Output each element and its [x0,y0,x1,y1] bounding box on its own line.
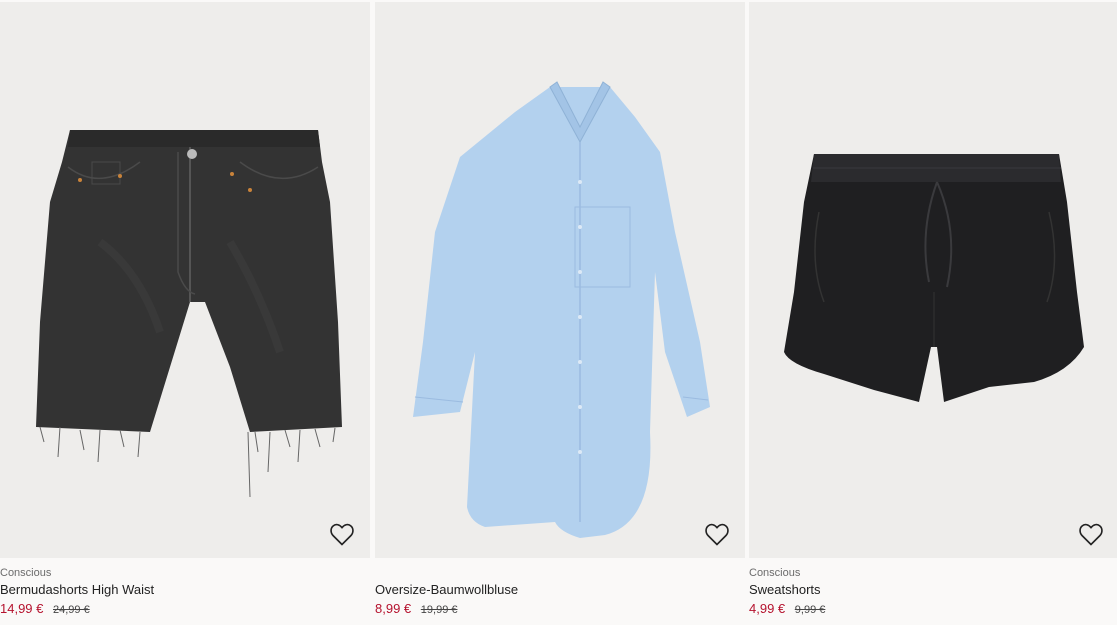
price-row: 4,99 € 9,99 € [749,600,1117,619]
sale-price: 8,99 € [375,601,412,616]
product-card[interactable]: Conscious Bermudashorts High Waist 14,99… [0,0,370,625]
product-card[interactable]: Oversize-Baumwollbluse 8,99 € 19,99 € [375,0,745,625]
product-image[interactable] [749,2,1117,558]
product-info: Oversize-Baumwollbluse 8,99 € 19,99 € [375,566,745,619]
product-info: Conscious Sweatshorts 4,99 € 9,99 € [749,566,1117,619]
product-tag: Conscious [0,567,52,579]
heart-outline-icon[interactable] [1077,520,1105,548]
heart-outline-icon[interactable] [703,520,731,548]
original-price: 9,99 € [794,604,826,616]
sale-price: 4,99 € [749,601,786,616]
original-price: 19,99 € [420,604,458,616]
product-info: Conscious Bermudashorts High Waist 14,99… [0,566,370,619]
product-name[interactable]: Oversize-Baumwollbluse [375,581,745,599]
product-tag: Conscious [749,567,801,579]
heart-outline-icon[interactable] [328,520,356,548]
product-name[interactable]: Bermudashorts High Waist [0,581,370,599]
original-price: 24,99 € [53,604,90,616]
product-grid: Conscious Bermudashorts High Waist 14,99… [0,0,1117,625]
denim-shorts-image [36,130,342,498]
product-card[interactable]: Conscious Sweatshorts 4,99 € 9,99 € [749,0,1117,625]
product-tag [375,566,745,581]
product-name[interactable]: Sweatshorts [749,581,1117,599]
product-image[interactable] [375,2,745,558]
product-image[interactable] [0,2,370,558]
blouse-image [413,81,710,538]
price-row: 8,99 € 19,99 € [375,600,745,619]
sweatshorts-image [784,154,1084,402]
sale-price: 14,99 € [0,601,44,616]
price-row: 14,99 € 24,99 € [0,600,370,619]
